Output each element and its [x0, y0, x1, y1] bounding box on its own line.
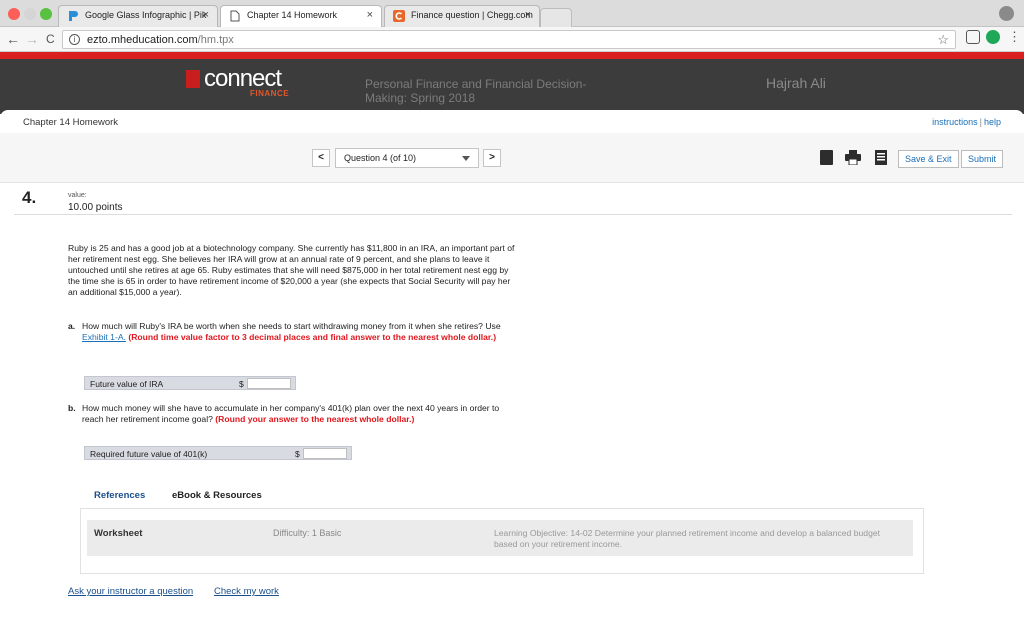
tab-close-icon[interactable]: × [525, 9, 531, 21]
part-a-letter: a. [68, 321, 76, 331]
mcgraw-hill-logo-icon [186, 70, 200, 88]
homework-title: Chapter 14 Homework [23, 117, 119, 128]
check-my-work-link[interactable]: Check my work [214, 586, 279, 597]
question-nav-bar [0, 133, 1024, 183]
instructions-link[interactable]: instructions [932, 117, 978, 127]
required-401k-row: Required future value of 401(k) $ [84, 446, 352, 460]
window-zoom-button[interactable] [40, 8, 52, 20]
forward-arrow-icon[interactable]: → [25, 31, 39, 47]
points-value: 10.00 points [68, 202, 123, 213]
browser-tab-piktochart[interactable]: Google Glass Infographic | Pik × [58, 5, 218, 27]
part-b: b. How much money will she have to accum… [68, 403, 508, 424]
window-close-button[interactable] [8, 8, 20, 20]
url-text: ezto.mheducation.com/hm.tpx [87, 34, 234, 46]
question-select[interactable]: Question 4 (of 10) [335, 148, 479, 168]
part-a-instruction: (Round time value factor to 3 decimal pl… [128, 331, 497, 342]
tab-ebook-resources[interactable]: eBook & Resources [172, 490, 262, 501]
profile-avatar-icon[interactable] [999, 6, 1014, 21]
piktochart-favicon-icon [69, 11, 78, 21]
tab-label: Finance question | Chegg.com [411, 10, 533, 20]
brand-red-bar [0, 52, 1024, 59]
exhibit-link[interactable]: Exhibit 1-A. [82, 332, 126, 342]
extension-icon[interactable] [966, 30, 980, 44]
future-value-ira-row: Future value of IRA $ [84, 376, 296, 390]
submit-button[interactable]: Submit [961, 150, 1004, 168]
future-value-ira-input[interactable] [247, 378, 291, 389]
learning-objective: Learning Objective: 14-02 Determine your… [494, 528, 881, 549]
divider [14, 214, 1012, 215]
document-favicon-icon [230, 10, 240, 22]
course-title: Personal Finance and Financial Decision-… [365, 77, 587, 105]
window-minimize-button[interactable] [24, 8, 36, 20]
problem-text: Ruby is 25 and has a good job at a biote… [68, 243, 515, 297]
bookmark-star-icon[interactable]: ☆ [937, 32, 949, 48]
print-icon[interactable] [845, 150, 861, 165]
browser-toolbar: ← → C i ezto.mheducation.com/hm.tpx ☆ [0, 27, 1024, 52]
answer-label: Required future value of 401(k) [90, 449, 208, 459]
help-link[interactable]: help [984, 117, 1001, 127]
currency-symbol: $ [295, 449, 300, 459]
save-exit-button[interactable]: Save & Exit [898, 150, 959, 168]
address-bar[interactable]: i ezto.mheducation.com/hm.tpx ☆ [62, 30, 956, 49]
chevron-down-icon [462, 156, 470, 161]
browser-tab-chegg[interactable]: Finance question | Chegg.com × [384, 5, 540, 27]
tab-close-icon[interactable]: × [203, 9, 209, 21]
part-a-text: How much will Ruby's IRA be worth when s… [82, 321, 501, 331]
grammarly-extension-icon[interactable] [986, 30, 1000, 44]
tab-label: Chapter 14 Homework [247, 10, 338, 20]
next-question-button[interactable]: > [483, 149, 501, 167]
tab-label: Google Glass Infographic | Pik [85, 10, 207, 20]
part-b-letter: b. [68, 403, 76, 413]
back-arrow-icon[interactable]: ← [6, 31, 20, 47]
help-links: instructions | help [932, 117, 1001, 127]
value-label: value: [68, 192, 87, 199]
browser-tab-bar: Google Glass Infographic | Pik × Chapter… [0, 0, 1024, 28]
notes-icon[interactable] [874, 150, 888, 165]
part-a: a. How much will Ruby's IRA be worth whe… [68, 321, 508, 342]
connect-header: connect FINANCE Personal Finance and Fin… [0, 59, 1024, 114]
reload-icon[interactable]: C [46, 32, 55, 46]
ebook-icon[interactable] [820, 150, 833, 165]
tab-close-icon[interactable]: × [367, 9, 373, 21]
prev-question-button[interactable]: < [312, 149, 330, 167]
browser-tab-homework[interactable]: Chapter 14 Homework × [220, 5, 382, 28]
user-name: Hajrah Ali [766, 75, 826, 91]
site-info-icon[interactable]: i [69, 34, 80, 45]
worksheet-label: Worksheet [94, 528, 143, 539]
connect-logo-sub: FINANCE [250, 89, 290, 98]
browser-menu-icon[interactable]: ⋮ [1008, 29, 1021, 45]
ask-instructor-link[interactable]: Ask your instructor a question [68, 586, 193, 597]
new-tab-button[interactable] [540, 8, 572, 27]
question-select-value: Question 4 (of 10) [344, 153, 417, 163]
chegg-favicon-icon [393, 10, 405, 22]
part-b-instruction: (Round your answer to the nearest whole … [215, 413, 415, 424]
answer-label: Future value of IRA [90, 379, 164, 389]
tab-references[interactable]: References [94, 490, 145, 501]
difficulty-label: Difficulty: 1 Basic [273, 528, 342, 538]
required-401k-input[interactable] [303, 448, 347, 459]
question-number: 4. [22, 188, 37, 207]
currency-symbol: $ [239, 379, 244, 389]
